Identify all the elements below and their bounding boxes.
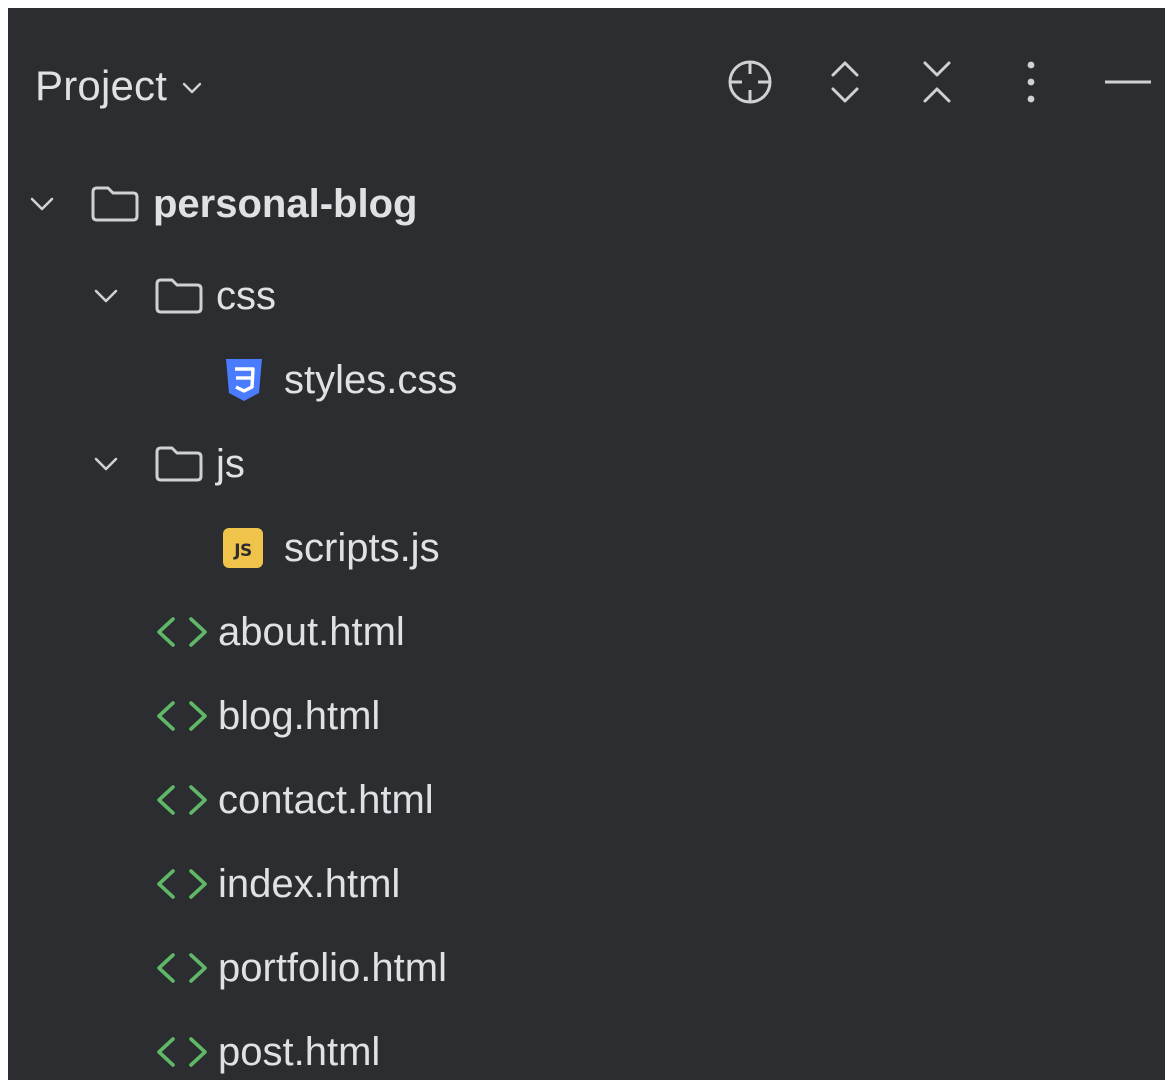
folder-icon — [155, 278, 203, 314]
tool-window-header: Project — [8, 8, 1165, 158]
crosshair-icon — [728, 60, 772, 104]
locate-button[interactable] — [720, 52, 780, 112]
tree-node-js-folder[interactable]: js — [8, 422, 1165, 506]
tree-node-html-file[interactable]: portfolio.html — [8, 926, 1165, 1010]
minimize-button[interactable] — [1098, 52, 1158, 112]
project-tool-window: Project personal-blog css styles.css js … — [8, 8, 1165, 1080]
tree-node-scripts-js[interactable]: JS scripts.js — [8, 506, 1165, 590]
tree-node-label: index.html — [218, 862, 401, 906]
tree-node-html-file[interactable]: about.html — [8, 590, 1165, 674]
html-file-icon — [157, 1037, 207, 1067]
more-options-icon — [1027, 61, 1035, 103]
folder-icon — [155, 446, 203, 482]
css-file-icon — [226, 359, 262, 401]
js-file-icon: JS — [223, 528, 263, 568]
tree-node-label: blog.html — [218, 694, 381, 738]
tree-node-label: js — [216, 442, 245, 486]
tree-node-html-file[interactable]: blog.html — [8, 674, 1165, 758]
tree-node-label: personal-blog — [153, 182, 418, 226]
tool-window-title: Project — [35, 62, 168, 109]
chevron-down-icon[interactable] — [88, 278, 124, 314]
more-options-button[interactable] — [1001, 52, 1061, 112]
html-file-icon — [157, 785, 207, 815]
project-view-selector[interactable]: Project — [35, 56, 203, 116]
tree-node-html-file[interactable]: post.html — [8, 1010, 1165, 1080]
tree-node-label: portfolio.html — [218, 946, 447, 990]
tree-node-label: contact.html — [218, 778, 434, 822]
tree-node-label: css — [216, 274, 276, 318]
html-file-icon — [157, 869, 207, 899]
folder-icon — [91, 186, 139, 222]
html-file-icon — [157, 701, 207, 731]
collapse-all-button[interactable] — [907, 52, 967, 112]
html-file-icon — [157, 617, 207, 647]
tree-node-root-folder[interactable]: personal-blog — [8, 162, 1165, 246]
collapse-all-icon — [923, 61, 951, 103]
tree-node-label: about.html — [218, 610, 405, 654]
tree-node-css-folder[interactable]: css — [8, 254, 1165, 338]
tree-node-html-file[interactable]: index.html — [8, 842, 1165, 926]
minimize-icon — [1105, 80, 1151, 84]
html-file-icon — [157, 953, 207, 983]
tree-node-label: scripts.js — [284, 526, 440, 570]
chevron-down-icon[interactable] — [24, 186, 60, 222]
expand-all-icon — [831, 61, 859, 103]
chevron-down-icon[interactable] — [88, 446, 124, 482]
tree-node-label: post.html — [218, 1030, 381, 1074]
tree-node-html-file[interactable]: contact.html — [8, 758, 1165, 842]
expand-all-button[interactable] — [815, 52, 875, 112]
js-badge-text: JS — [234, 541, 252, 561]
tree-node-label: styles.css — [284, 358, 458, 402]
tree-node-styles-css[interactable]: styles.css — [8, 338, 1165, 422]
chevron-down-icon — [182, 82, 202, 94]
